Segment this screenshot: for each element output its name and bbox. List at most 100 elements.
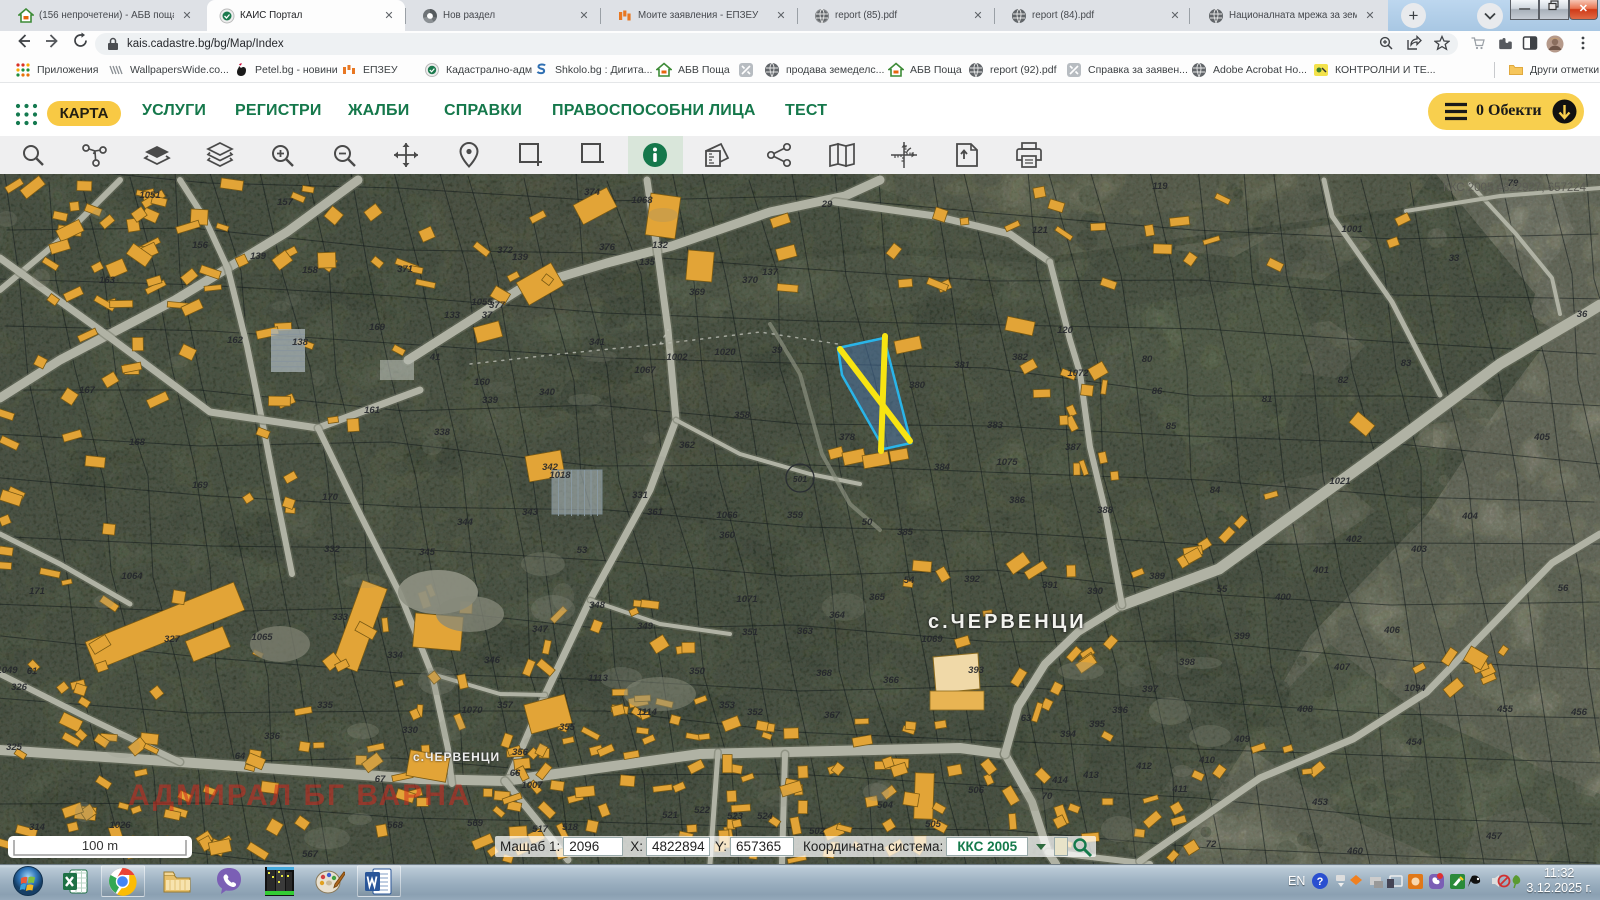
svg-text:346: 346 — [484, 655, 501, 666]
svg-text:325: 325 — [6, 742, 23, 753]
svg-text:163: 163 — [99, 275, 116, 286]
svg-text:1067: 1067 — [634, 365, 656, 376]
svg-text:505: 505 — [925, 819, 942, 830]
svg-text:397: 397 — [1142, 684, 1159, 695]
svg-text:403: 403 — [1410, 544, 1428, 555]
svg-text:81: 81 — [1262, 394, 1273, 405]
svg-text:457: 457 — [1485, 831, 1503, 842]
svg-text:454: 454 — [1405, 737, 1423, 748]
svg-text:524: 524 — [757, 811, 774, 822]
svg-text:1020: 1020 — [714, 347, 736, 358]
svg-text:167: 167 — [79, 385, 96, 396]
svg-text:1021: 1021 — [1329, 476, 1350, 487]
svg-text:1068: 1068 — [631, 195, 653, 206]
svg-text:86: 86 — [1152, 386, 1163, 397]
svg-text:162: 162 — [227, 335, 244, 346]
svg-text:1069: 1069 — [921, 634, 943, 645]
svg-text:568: 568 — [387, 820, 404, 831]
svg-text:345: 345 — [419, 547, 436, 558]
svg-text:33: 33 — [1449, 253, 1460, 264]
svg-text:1049: 1049 — [0, 665, 18, 676]
svg-text:56: 56 — [1558, 583, 1569, 594]
svg-text:521: 521 — [662, 810, 678, 821]
svg-text:55: 55 — [1217, 584, 1228, 595]
svg-text:168: 168 — [129, 437, 146, 448]
svg-text:133: 133 — [444, 310, 461, 321]
svg-text:372: 372 — [497, 245, 514, 256]
svg-text:82: 82 — [1338, 375, 1349, 386]
svg-text:409: 409 — [1233, 734, 1251, 745]
svg-text:80: 80 — [1142, 354, 1153, 365]
svg-text:506: 506 — [968, 785, 985, 796]
svg-text:139: 139 — [250, 251, 267, 262]
svg-text:171: 171 — [29, 586, 45, 597]
svg-text:517: 517 — [532, 824, 549, 835]
svg-text:1007: 1007 — [521, 780, 543, 791]
svg-text:363: 363 — [797, 626, 814, 637]
svg-text:1001: 1001 — [1341, 224, 1362, 235]
svg-text:408: 408 — [1296, 704, 1314, 715]
svg-text:84: 84 — [1210, 485, 1221, 496]
svg-text:398: 398 — [1179, 657, 1196, 668]
svg-text:388: 388 — [1097, 505, 1114, 516]
svg-text:138: 138 — [292, 337, 309, 348]
svg-text:402: 402 — [1345, 534, 1363, 545]
svg-text:368: 368 — [816, 668, 833, 679]
svg-text:369: 369 — [689, 287, 706, 298]
svg-text:332: 332 — [324, 544, 341, 555]
svg-text:357: 357 — [497, 700, 514, 711]
svg-text:161: 161 — [364, 405, 380, 416]
svg-text:360: 360 — [719, 530, 736, 541]
svg-text:1071: 1071 — [736, 594, 757, 605]
svg-text:330: 330 — [402, 725, 419, 736]
svg-text:401: 401 — [1312, 565, 1329, 576]
svg-text:120: 120 — [1057, 325, 1074, 336]
svg-text:518: 518 — [562, 822, 579, 833]
svg-text:405: 405 — [1533, 432, 1551, 443]
svg-text:137: 137 — [762, 267, 779, 278]
svg-text:351: 351 — [742, 627, 758, 638]
svg-text:460: 460 — [1346, 846, 1364, 857]
svg-text:72: 72 — [1206, 839, 1217, 850]
svg-text:342: 342 — [542, 462, 559, 473]
svg-text:344: 344 — [457, 517, 474, 528]
svg-text:158: 158 — [302, 265, 319, 276]
svg-text:358: 358 — [734, 410, 751, 421]
svg-text:361: 361 — [647, 507, 663, 518]
svg-text:456: 456 — [1570, 707, 1588, 718]
svg-text:362: 362 — [679, 440, 696, 451]
svg-text:1051: 1051 — [139, 190, 160, 201]
svg-text:396: 396 — [1112, 705, 1129, 716]
svg-text:54: 54 — [904, 575, 915, 586]
svg-text:414: 414 — [1051, 775, 1069, 786]
svg-text:1065: 1065 — [251, 632, 273, 643]
svg-text:70: 70 — [1042, 791, 1053, 802]
svg-text:63: 63 — [1021, 713, 1032, 724]
svg-text:157: 157 — [277, 197, 294, 208]
svg-text:387: 387 — [1065, 442, 1082, 453]
svg-text:338: 338 — [434, 427, 451, 438]
svg-text:341: 341 — [589, 337, 605, 348]
svg-text:29: 29 — [821, 199, 833, 210]
svg-text:383: 383 — [987, 420, 1004, 431]
svg-text:349: 349 — [637, 621, 654, 632]
svg-text:504: 504 — [877, 800, 894, 811]
svg-text:1066: 1066 — [716, 510, 738, 521]
svg-text:160: 160 — [474, 377, 491, 388]
svg-text:522: 522 — [694, 805, 711, 816]
svg-text:?: ? — [1317, 876, 1324, 888]
svg-text:85: 85 — [1166, 421, 1177, 432]
svg-text:53: 53 — [577, 545, 588, 556]
svg-text:139: 139 — [512, 252, 529, 263]
svg-text:393: 393 — [968, 665, 985, 676]
svg-text:367: 367 — [824, 710, 841, 721]
svg-text:404: 404 — [1461, 511, 1479, 522]
svg-text:314: 314 — [29, 822, 46, 833]
svg-text:348: 348 — [589, 600, 606, 611]
svg-text:385: 385 — [897, 527, 914, 538]
svg-text:380: 380 — [909, 380, 926, 391]
svg-text:352: 352 — [747, 707, 764, 718]
svg-text:1064: 1064 — [121, 571, 143, 582]
svg-text:336: 336 — [264, 731, 281, 742]
svg-text:455: 455 — [1496, 704, 1514, 715]
